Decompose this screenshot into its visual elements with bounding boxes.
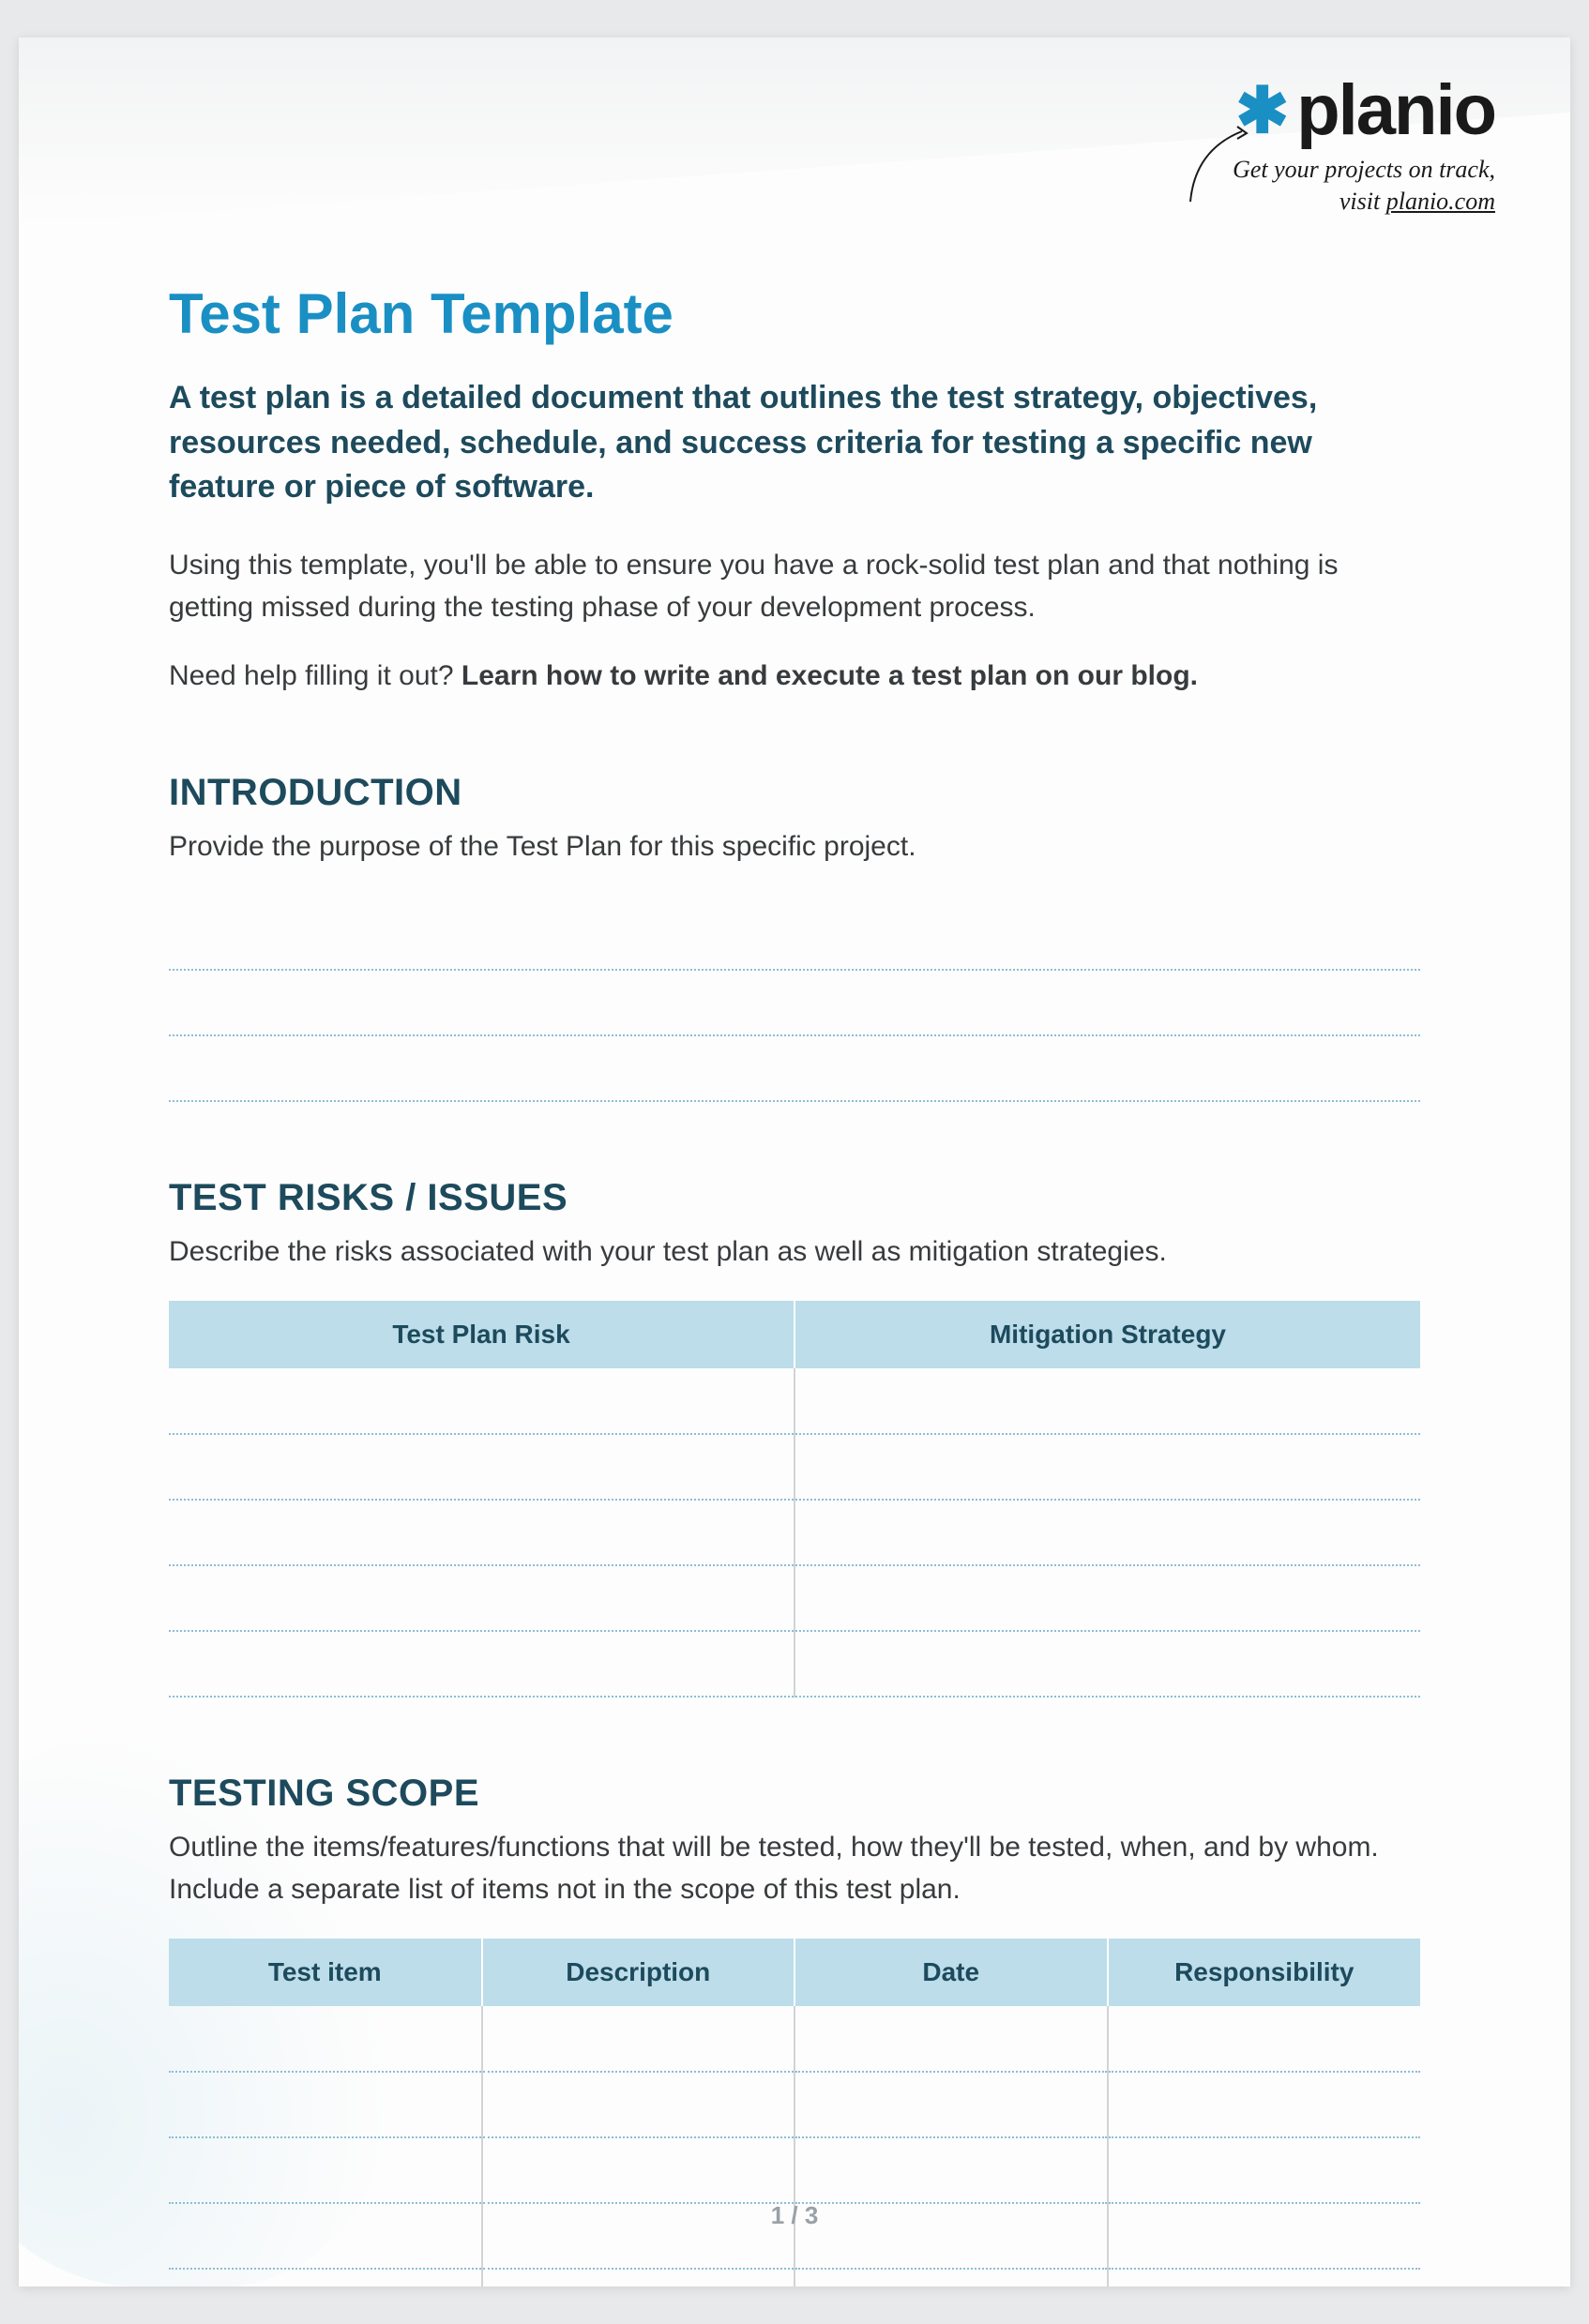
table-row[interactable]	[169, 1434, 1420, 1500]
section-desc-risks: Describe the risks associated with your …	[169, 1230, 1420, 1273]
scope-table: Test item Description Date Responsibilit…	[169, 1939, 1420, 2286]
table-row[interactable]	[169, 2072, 1420, 2137]
section-desc-introduction: Provide the purpose of the Test Plan for…	[169, 825, 1420, 868]
document-page: ✱ planio Get your projects on track, vis…	[19, 38, 1570, 2286]
table-row[interactable]	[169, 2269, 1420, 2286]
page-number: 1 / 3	[771, 2201, 819, 2229]
scope-col-desc: Description	[482, 1939, 795, 2006]
section-desc-scope: Outline the items/features/functions tha…	[169, 1826, 1420, 1910]
fill-line[interactable]	[169, 905, 1420, 971]
intro-p2-link[interactable]: Learn how to write and execute a test pl…	[462, 660, 1198, 691]
scope-col-item: Test item	[169, 1939, 482, 2006]
fill-line[interactable]	[169, 971, 1420, 1036]
content-area: Test Plan Template A test plan is a deta…	[19, 38, 1570, 2286]
section-heading-risks: TEST RISKS / ISSUES	[169, 1177, 1420, 1219]
table-row[interactable]	[169, 1565, 1420, 1631]
section-heading-scope: TESTING SCOPE	[169, 1773, 1420, 1815]
intro-paragraph-1: Using this template, you'll be able to e…	[169, 544, 1420, 628]
risks-table: Test Plan Risk Mitigation Strategy	[169, 1301, 1420, 1698]
table-row[interactable]	[169, 1500, 1420, 1565]
risks-col-mitigation: Mitigation Strategy	[794, 1301, 1420, 1368]
page-subtitle: A test plan is a detailed document that …	[169, 376, 1420, 510]
intro-p2-prefix: Need help filling it out?	[169, 660, 462, 691]
section-heading-introduction: INTRODUCTION	[169, 772, 1420, 814]
introduction-input-area[interactable]	[169, 905, 1420, 1102]
page-title: Test Plan Template	[169, 281, 1420, 346]
fill-line[interactable]	[169, 1036, 1420, 1102]
page-footer: 1 / 3	[19, 2201, 1570, 2230]
risks-col-risk: Test Plan Risk	[169, 1301, 794, 1368]
table-row[interactable]	[169, 1368, 1420, 1434]
table-row[interactable]	[169, 2006, 1420, 2072]
table-row[interactable]	[169, 2137, 1420, 2203]
scope-col-resp: Responsibility	[1108, 1939, 1421, 2006]
table-row[interactable]	[169, 1631, 1420, 1697]
intro-paragraph-2: Need help filling it out? Learn how to w…	[169, 655, 1420, 697]
scope-col-date: Date	[794, 1939, 1108, 2006]
